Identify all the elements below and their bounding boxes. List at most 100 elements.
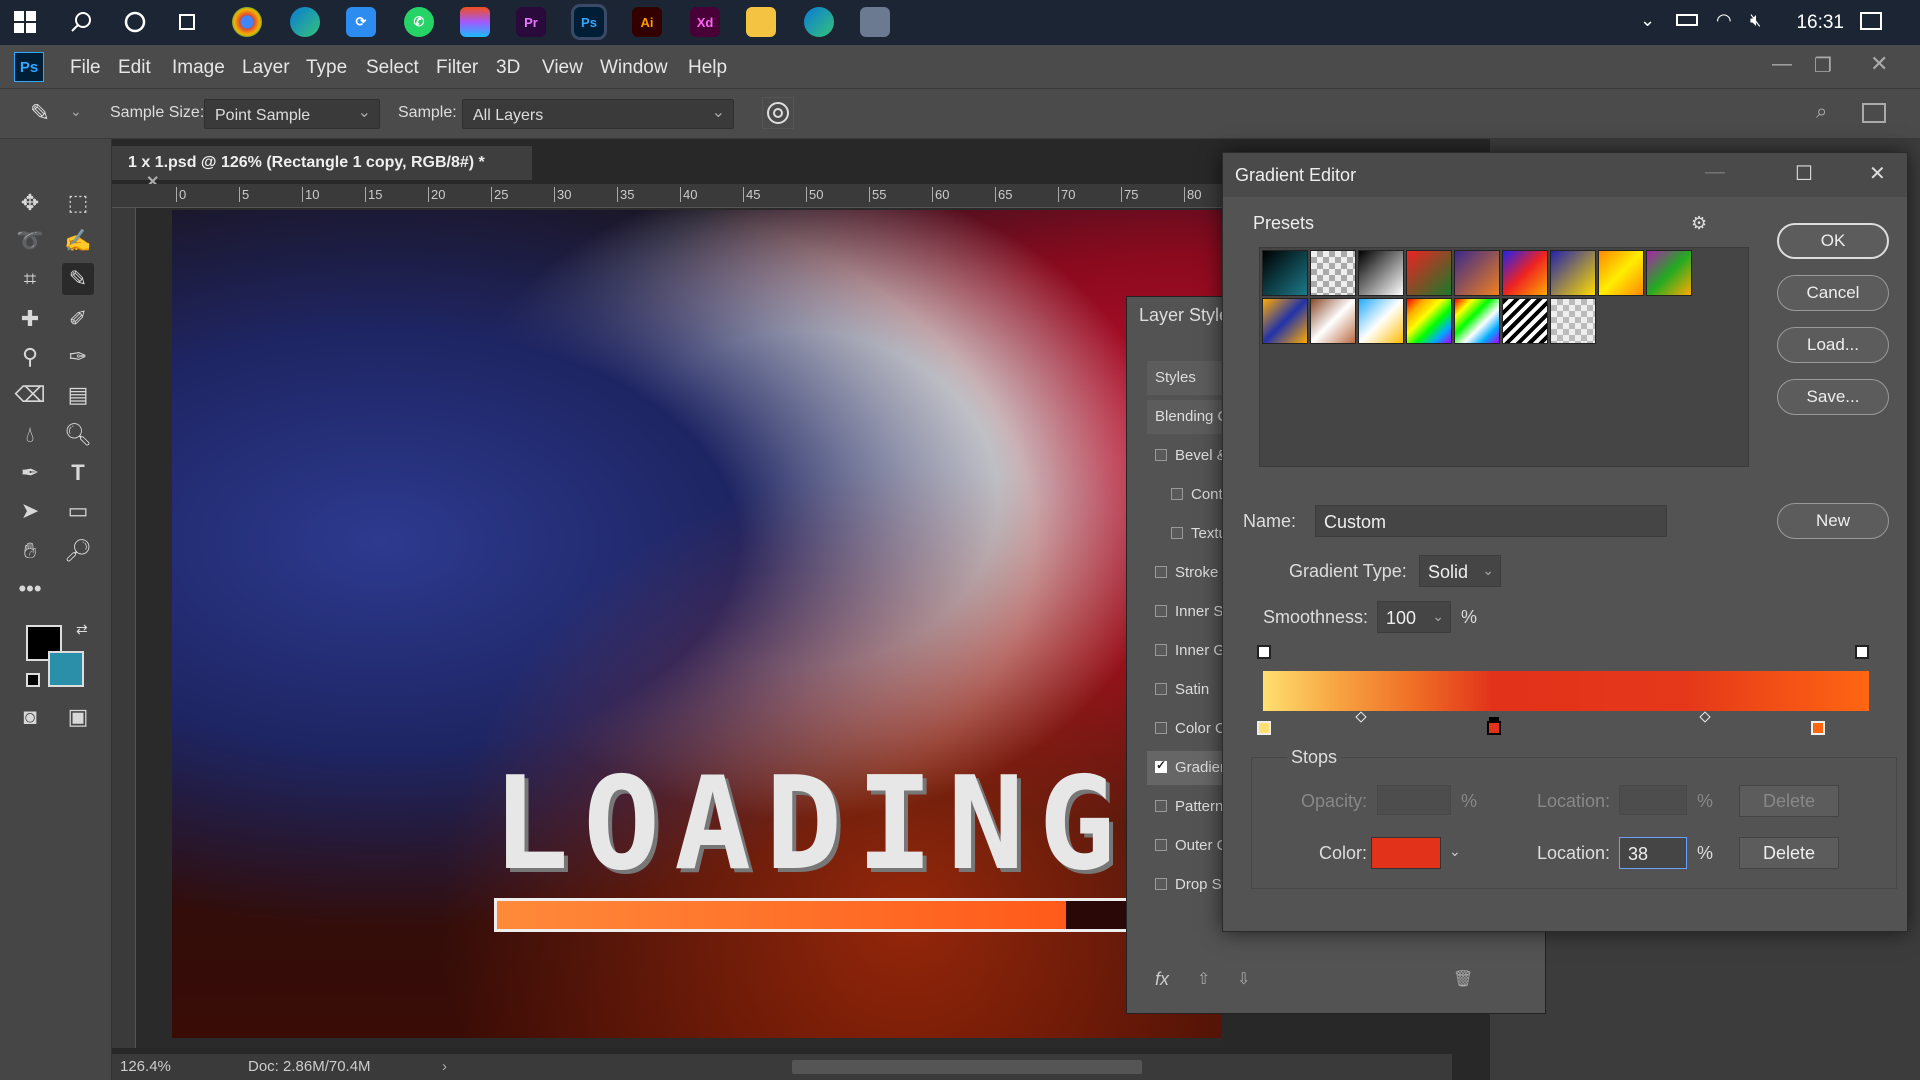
eyedropper-tool-icon[interactable]: ✎: [62, 263, 94, 295]
preset-swatch[interactable]: [1598, 250, 1644, 296]
chevron-down-icon[interactable]: ⌄: [70, 103, 82, 120]
search-icon[interactable]: ⌕: [1816, 101, 1827, 124]
preset-swatch[interactable]: [1454, 250, 1500, 296]
zoom-tool-icon[interactable]: 🔎︎: [62, 535, 94, 567]
midpoint-diamond[interactable]: [1355, 711, 1367, 723]
healing-brush-icon[interactable]: ✚: [14, 303, 46, 335]
figma-icon[interactable]: [460, 7, 490, 37]
close-icon[interactable]: ✕: [1870, 51, 1888, 77]
chevron-down-icon[interactable]: ⌄: [1449, 843, 1461, 860]
checkbox[interactable]: [1171, 488, 1183, 500]
menu-file[interactable]: File: [70, 57, 101, 79]
gradient-editor-titlebar[interactable]: Gradient Editor — ☐ ✕: [1223, 153, 1907, 197]
move-up-icon[interactable]: ⇧: [1197, 969, 1210, 989]
preset-swatch[interactable]: [1310, 250, 1356, 296]
color-delete-button[interactable]: Delete: [1739, 837, 1839, 869]
clock[interactable]: 16:31: [1796, 12, 1844, 34]
color-stop[interactable]: [1257, 721, 1271, 735]
menu-view[interactable]: View: [542, 57, 583, 79]
zoom-level[interactable]: 126.4%: [120, 1058, 171, 1075]
close-icon[interactable]: ✕: [1869, 161, 1886, 186]
checkbox[interactable]: [1155, 683, 1167, 695]
opacity-stop-right[interactable]: [1855, 645, 1869, 659]
preset-swatch[interactable]: [1406, 298, 1452, 344]
windows-start-icon[interactable]: [10, 7, 40, 37]
sample-select[interactable]: All Layers: [462, 99, 734, 129]
preset-swatch[interactable]: [1262, 250, 1308, 296]
illustrator-icon[interactable]: Ai: [632, 7, 662, 37]
menu-image[interactable]: Image: [172, 57, 225, 79]
more-tools-icon[interactable]: •••: [14, 573, 46, 605]
opacity-location-input[interactable]: [1619, 785, 1687, 815]
menu-3d[interactable]: 3D: [496, 57, 520, 79]
menu-select[interactable]: Select: [366, 57, 419, 79]
brush-tool-icon[interactable]: ✐: [62, 303, 94, 335]
load-button[interactable]: Load...: [1777, 327, 1889, 363]
cancel-button[interactable]: Cancel: [1777, 275, 1889, 311]
checkbox[interactable]: [1155, 449, 1167, 461]
name-input[interactable]: Custom: [1315, 505, 1667, 537]
checkbox[interactable]: [1155, 839, 1167, 851]
preset-swatch[interactable]: [1502, 250, 1548, 296]
preset-swatch[interactable]: [1262, 298, 1308, 344]
quick-mask-icon[interactable]: ◙: [14, 701, 46, 733]
gear-icon[interactable]: ⚙: [1691, 213, 1707, 234]
checkbox[interactable]: [1155, 566, 1167, 578]
menu-window[interactable]: Window: [600, 57, 668, 79]
xd-icon[interactable]: Xd: [690, 7, 720, 37]
file-explorer-icon[interactable]: [746, 7, 776, 37]
preset-swatch[interactable]: [1358, 298, 1404, 344]
gradient-type-select[interactable]: Solid ⌄: [1419, 555, 1501, 587]
edge-icon[interactable]: [290, 7, 320, 37]
preset-swatch[interactable]: [1310, 298, 1356, 344]
new-button[interactable]: New: [1777, 503, 1889, 539]
quick-selection-tool-icon[interactable]: ✍: [62, 225, 94, 257]
preset-swatch[interactable]: [1454, 298, 1500, 344]
gradient-bar[interactable]: [1263, 671, 1869, 711]
gradient-tool-icon[interactable]: ▤: [62, 379, 94, 411]
chevron-up-icon[interactable]: ⌄: [1640, 10, 1655, 31]
maximize-icon[interactable]: ☐: [1795, 161, 1813, 186]
checkbox[interactable]: [1155, 758, 1167, 773]
opacity-input[interactable]: [1377, 785, 1451, 815]
marquee-tool-icon[interactable]: ⬚: [62, 187, 94, 219]
preset-swatch[interactable]: [1646, 250, 1692, 296]
checkbox[interactable]: [1155, 722, 1167, 734]
checkbox[interactable]: [1155, 605, 1167, 617]
sampling-ring-icon[interactable]: [762, 97, 794, 129]
preset-swatch[interactable]: [1406, 250, 1452, 296]
crop-tool-icon[interactable]: ⌗: [14, 263, 46, 295]
menu-layer[interactable]: Layer: [242, 57, 290, 79]
path-selection-icon[interactable]: ➤: [14, 495, 46, 527]
search-icon[interactable]: [66, 7, 96, 37]
smoothness-input[interactable]: 100 ⌄: [1377, 601, 1451, 633]
menu-help[interactable]: Help: [688, 57, 727, 79]
horizontal-scrollbar[interactable]: [792, 1060, 1142, 1074]
chrome-icon[interactable]: [232, 7, 262, 37]
pen-tool-icon[interactable]: ✒: [14, 457, 46, 489]
chevron-right-icon[interactable]: ›: [442, 1058, 447, 1075]
color-swatch[interactable]: [1371, 837, 1441, 869]
premiere-icon[interactable]: Pr: [516, 7, 546, 37]
eraser-tool-icon[interactable]: ⌫: [14, 379, 46, 411]
restore-icon[interactable]: ❐: [1814, 53, 1832, 78]
document-tab[interactable]: 1 x 1.psd @ 126% (Rectangle 1 copy, RGB/…: [112, 146, 532, 191]
rectangle-tool-icon[interactable]: ▭: [62, 495, 94, 527]
swap-colors-icon[interactable]: ⇄: [76, 621, 88, 638]
opacity-stop-left[interactable]: [1257, 645, 1271, 659]
checkbox[interactable]: [1155, 800, 1167, 812]
battery-icon[interactable]: [1676, 14, 1698, 26]
photoshop-taskbar-icon[interactable]: Ps: [571, 4, 607, 40]
blur-tool-icon[interactable]: 💧︎: [14, 419, 46, 451]
trash-icon[interactable]: 🗑︎: [1453, 969, 1473, 989]
move-tool-icon[interactable]: ✥: [14, 187, 46, 219]
cortana-icon[interactable]: [120, 7, 150, 37]
ok-button[interactable]: OK: [1777, 223, 1889, 259]
color-location-input[interactable]: 38: [1619, 837, 1687, 869]
dodge-tool-icon[interactable]: 🔍︎: [62, 419, 94, 451]
artwork-image[interactable]: LOADING...: [172, 210, 1222, 1038]
screen-mode-icon[interactable]: ▣: [62, 701, 94, 733]
lasso-tool-icon[interactable]: ➰: [14, 225, 46, 257]
hand-tool-icon[interactable]: ✋︎: [14, 535, 46, 567]
app-icon[interactable]: [860, 7, 890, 37]
